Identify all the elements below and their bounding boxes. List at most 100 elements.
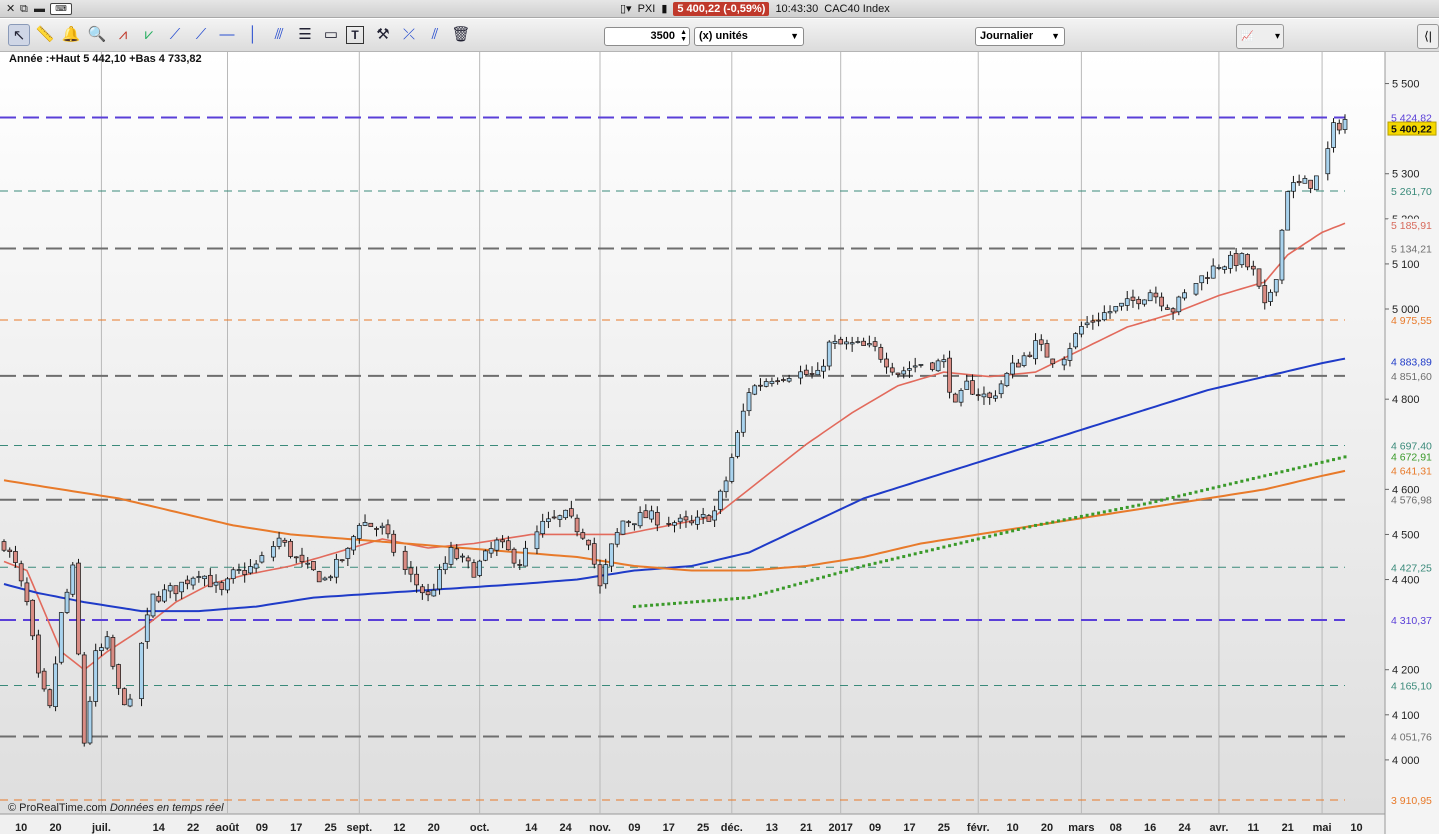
candle-body (947, 357, 952, 393)
candle-body (1170, 308, 1176, 313)
alert-bell-icon[interactable]: 🔔 (60, 24, 82, 46)
sar-dot (776, 588, 780, 592)
level-badge-label: 4 672,91 (1391, 451, 1432, 463)
candle-body (196, 576, 202, 578)
x-tick-label: 10 (1350, 822, 1362, 834)
info-icon[interactable]: ▮ (661, 2, 667, 16)
sar-dot (1217, 485, 1221, 489)
sar-dot (810, 578, 814, 582)
candle-body (282, 539, 288, 543)
candle-body (672, 522, 677, 526)
candle-body (855, 341, 861, 343)
candle-body (322, 577, 328, 581)
stepper-arrows-icon[interactable]: ▲ ▼ (680, 29, 687, 43)
candle-body (236, 569, 242, 571)
candle-body (207, 574, 213, 588)
window-restore-icon[interactable]: ⧉ (20, 2, 28, 16)
sar-dot (1056, 519, 1060, 523)
candle-body (551, 516, 557, 519)
candle-body (471, 562, 477, 578)
sar-dot (942, 545, 946, 549)
sar-dot (1085, 513, 1089, 517)
candle-body (1096, 319, 1101, 322)
ruler-icon[interactable]: 📏 (34, 24, 56, 46)
y-tick-label: 4 400 (1392, 575, 1420, 587)
period-select[interactable]: Journalier ▼ (975, 27, 1065, 46)
sar-dot (1154, 500, 1158, 504)
annotation-icon[interactable]: ▭ (320, 24, 342, 46)
zigzag-icon-2[interactable]: ⩗ (138, 24, 160, 46)
x-tick-label: août (216, 822, 240, 834)
sar-dot (1051, 520, 1055, 524)
candle-body (1193, 283, 1199, 295)
candle-body (603, 564, 609, 585)
x-tick-label: 22 (187, 822, 199, 834)
candle-body (832, 340, 838, 344)
side-panel-toggle[interactable]: ⟨| (1417, 24, 1439, 49)
sar-dot (833, 572, 837, 576)
panel-arrows-icon: ⟨| (1424, 29, 1432, 43)
sar-dot (1120, 507, 1123, 511)
zoom-icon[interactable]: 🔍 (86, 24, 108, 46)
candle-body (511, 548, 517, 564)
pointer-icon[interactable]: ↖ (8, 24, 30, 46)
candle-body (299, 554, 305, 562)
x-tick-label: 20 (49, 822, 61, 834)
candle-body (150, 593, 156, 617)
sar-dot (1240, 479, 1244, 483)
candle-body (700, 514, 706, 518)
trendline-icon[interactable]: ⟋ (164, 24, 186, 46)
minimize-icon[interactable]: ▬ (34, 2, 45, 16)
vertical-line-icon[interactable]: │ (242, 24, 264, 46)
sar-dot (1309, 463, 1313, 467)
tools-icon[interactable]: ⚒ (372, 24, 394, 46)
close-icon[interactable]: ✕ (6, 2, 15, 16)
candle-body (798, 371, 803, 379)
sar-dot (1320, 460, 1324, 464)
trash-icon[interactable]: 🗑 (450, 24, 472, 46)
sar-dot (925, 549, 929, 553)
x-tick-label: juil. (91, 822, 111, 834)
candle-body (99, 647, 104, 651)
units-select[interactable]: (x) unités ▼ (694, 27, 804, 46)
time-label: 10:43:30 (775, 3, 819, 15)
candle-body (918, 364, 924, 366)
candle-body (93, 650, 99, 702)
sar-dot (655, 603, 659, 607)
candle-body (563, 509, 568, 519)
zigzag-icon[interactable]: ⩘ (112, 24, 134, 46)
link-icon[interactable]: ▯▾ (620, 2, 632, 16)
chart-type-button[interactable]: 📈 ▾ (1236, 24, 1284, 49)
fibonacci-fan-icon[interactable]: ⫻ (268, 24, 290, 46)
sar-dot (1165, 497, 1169, 501)
candle-body (1205, 277, 1210, 279)
symbol-label: PXI (637, 3, 656, 15)
y-tick-label: 4 500 (1392, 529, 1420, 541)
channel-icon[interactable]: ⤫ (398, 24, 420, 46)
candle-body (1273, 279, 1279, 293)
x-tick-label: 10 (1006, 822, 1018, 834)
sar-dot (730, 597, 734, 601)
candle-body (87, 700, 93, 744)
candle-body (248, 566, 253, 574)
candle-body (18, 563, 24, 582)
chevron-down-icon: ▼ (1051, 31, 1060, 41)
candle-body (844, 341, 849, 345)
price-chart[interactable]: 5 5005 3005 2005 1005 0004 8004 6004 500… (0, 52, 1439, 834)
fibonacci-retracement-icon[interactable]: ☰ (294, 24, 316, 46)
keyboard-icon[interactable]: ⌨ (50, 3, 72, 15)
extend-line-icon[interactable]: ⟋ (190, 24, 212, 46)
candle-body (76, 562, 81, 655)
text-icon[interactable]: T (346, 26, 364, 44)
horizontal-line-icon[interactable]: ― (216, 24, 238, 46)
candle-body (41, 670, 47, 690)
parallel-icon[interactable]: ⫽ (424, 24, 446, 46)
candle-body (689, 520, 695, 524)
candle-body (431, 589, 437, 597)
units-quantity-input[interactable]: 3500 ▲ ▼ (604, 27, 690, 46)
sar-dot (804, 580, 808, 584)
candle-body (1291, 182, 1296, 192)
candle-body (213, 581, 219, 586)
sar-dot (701, 599, 705, 603)
candle-body (362, 522, 368, 526)
